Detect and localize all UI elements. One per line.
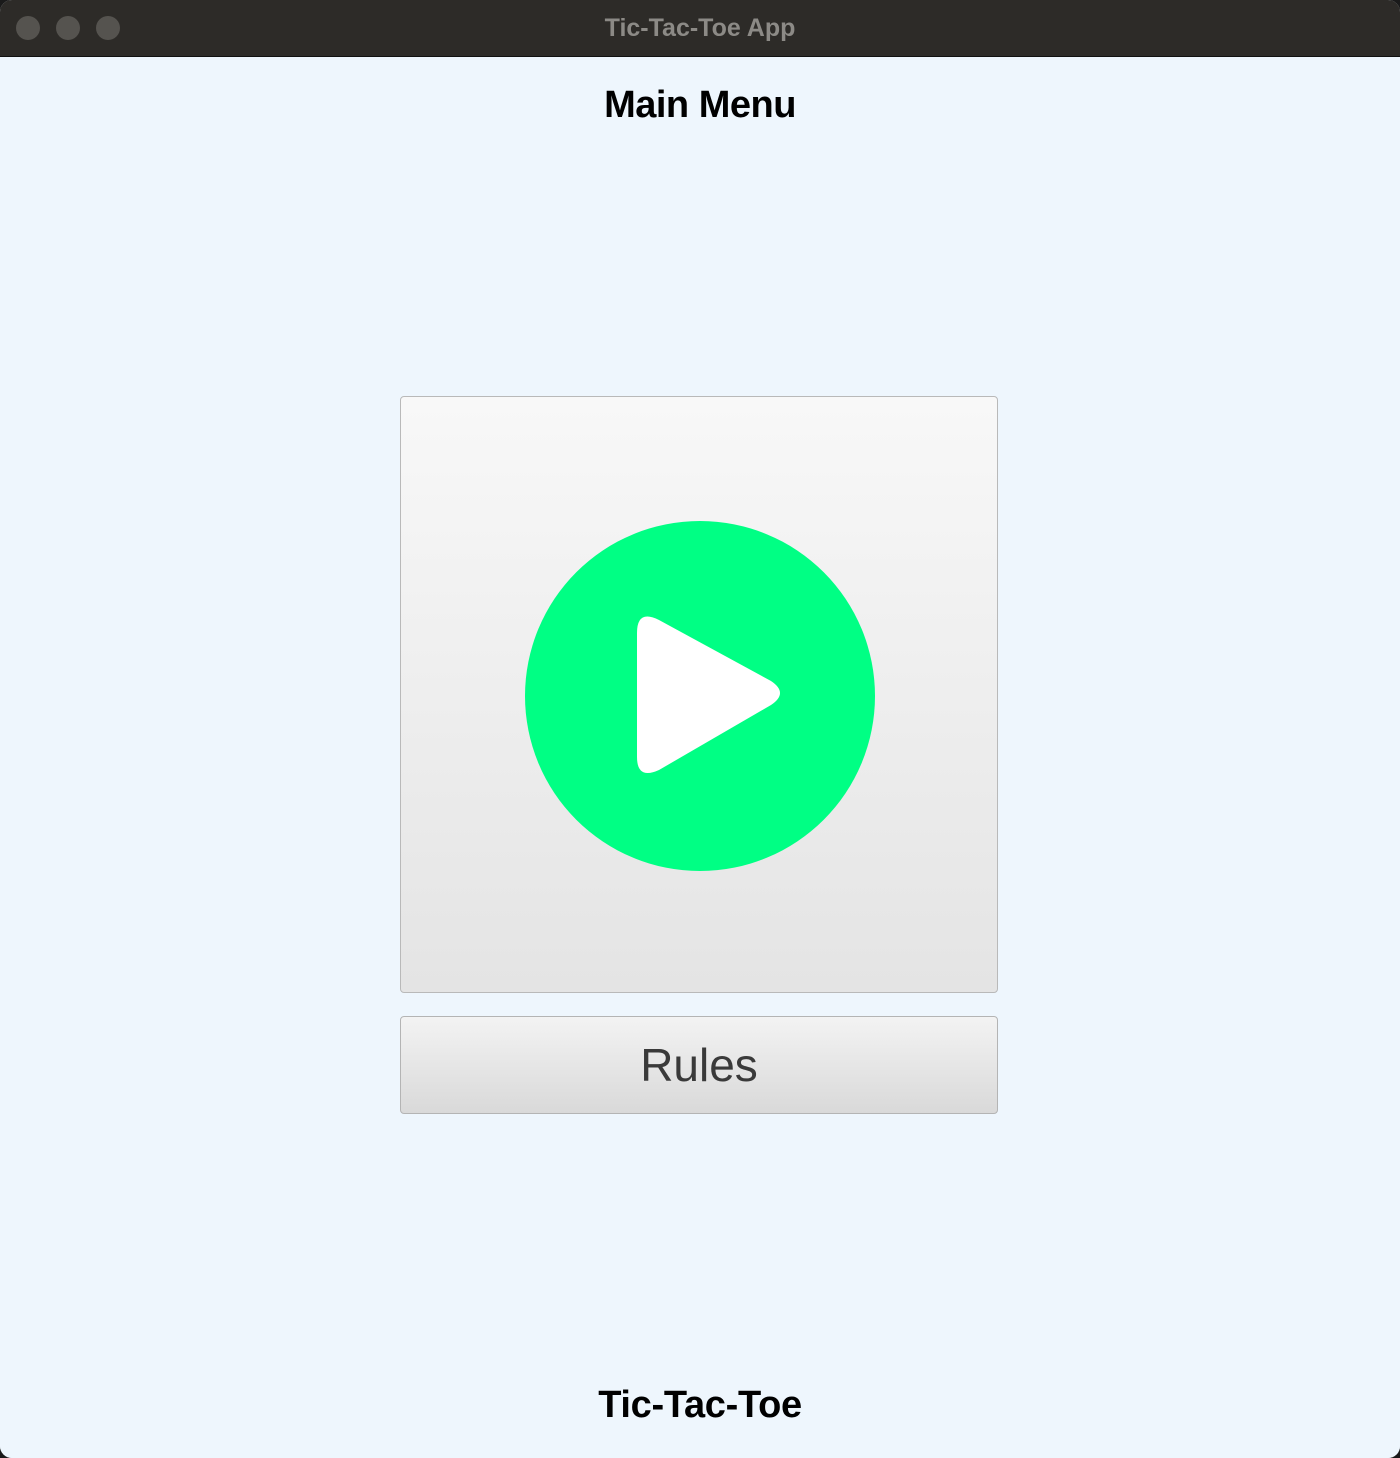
window-title: Tic-Tac-Toe App [604, 14, 796, 42]
main-menu-panel: Main Menu Rules Tic-Tac-Toe [0, 57, 1400, 1458]
play-button[interactable] [400, 396, 998, 993]
page-title: Main Menu [604, 84, 796, 126]
play-circle-icon [525, 521, 875, 871]
app-window: Tic-Tac-Toe App Main Menu Rules Tic-Tac-… [0, 0, 1400, 1458]
title-bar[interactable]: Tic-Tac-Toe App [0, 0, 1400, 57]
rules-button[interactable]: Rules [400, 1016, 998, 1114]
footer-title: Tic-Tac-Toe [598, 1384, 802, 1426]
